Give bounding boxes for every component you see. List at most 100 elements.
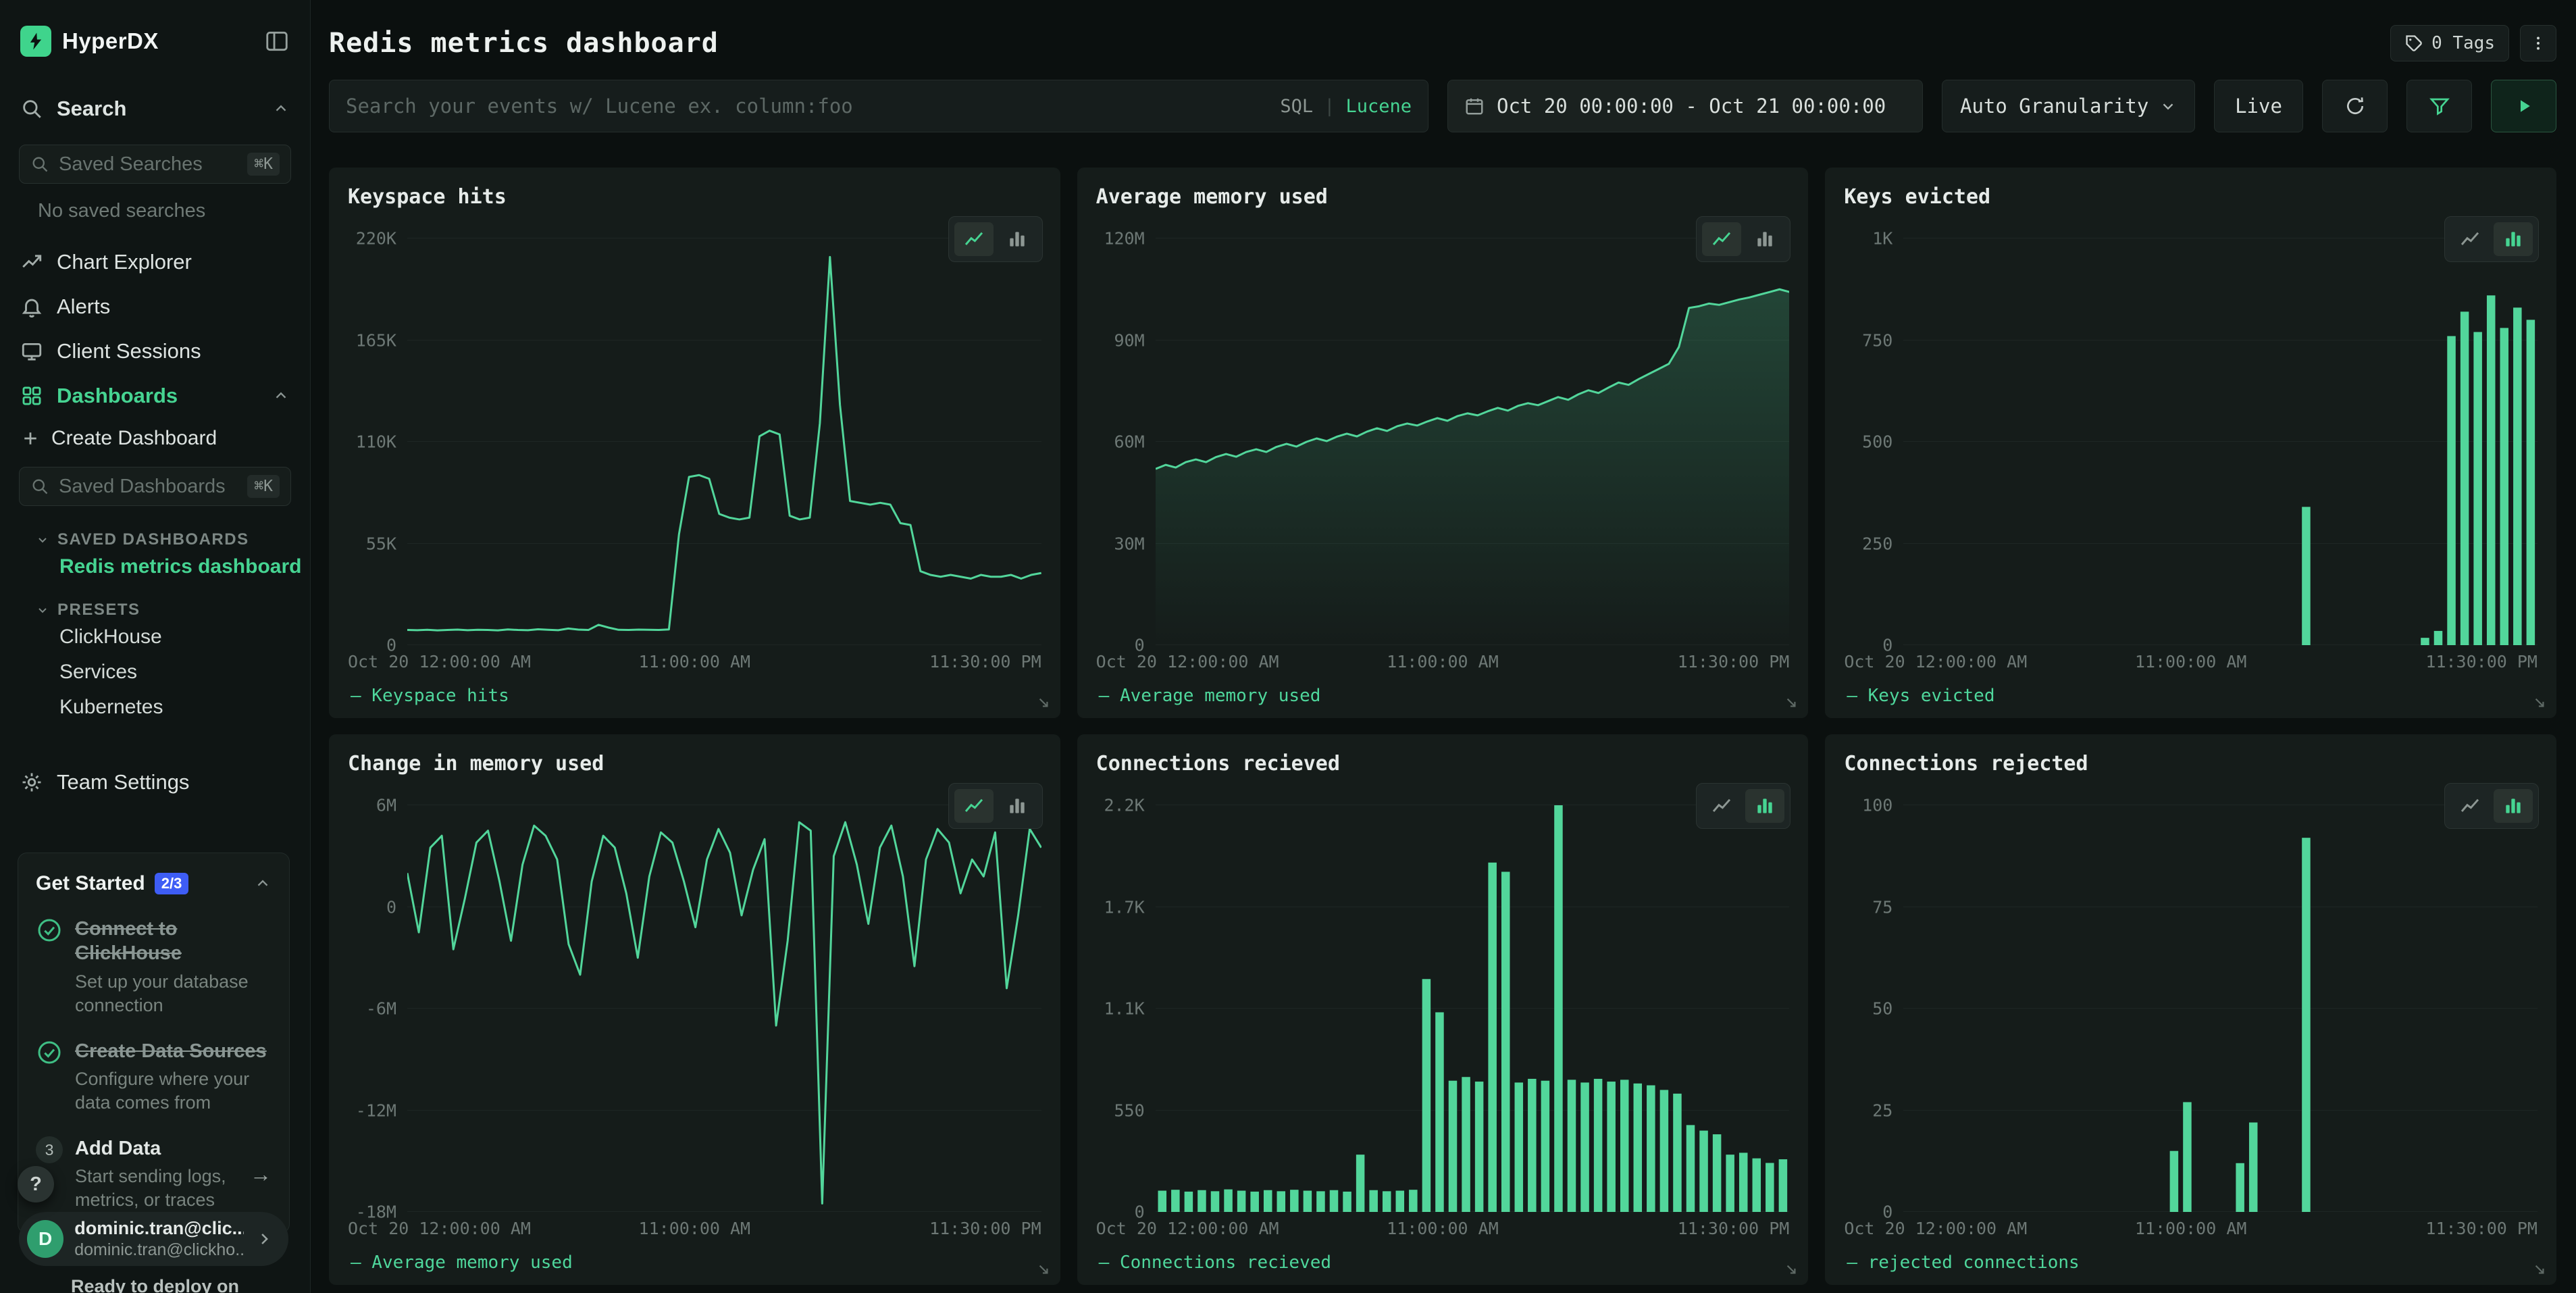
- event-search-input[interactable]: [346, 95, 1266, 118]
- sidebar-item-kubernetes[interactable]: Kubernetes: [0, 690, 310, 725]
- get-started-step-2[interactable]: Create Data Sources Configure where your…: [36, 1039, 272, 1115]
- help-button[interactable]: ?: [18, 1166, 54, 1202]
- chevron-up-icon[interactable]: [254, 875, 272, 892]
- shortcut-badge: ⌘K: [247, 153, 280, 176]
- chart-explorer-icon: [20, 251, 43, 274]
- live-button[interactable]: Live: [2214, 80, 2303, 132]
- y-axis: 02505007501K: [1844, 238, 1903, 645]
- hyperdx-logo-icon: [20, 26, 51, 57]
- create-dashboard-button[interactable]: Create Dashboard: [0, 418, 310, 459]
- bar-chart-icon[interactable]: [1745, 789, 1784, 823]
- chevron-up-icon[interactable]: [272, 100, 290, 118]
- lucene-mode-toggle[interactable]: Lucene: [1345, 96, 1412, 117]
- bar-chart-icon[interactable]: [2494, 789, 2533, 823]
- saved-searches-input-wrap[interactable]: ⌘K: [19, 145, 291, 184]
- sidebar-item-clickhouse[interactable]: ClickHouse: [0, 619, 310, 655]
- arrow-right-icon[interactable]: →: [250, 1162, 272, 1187]
- chart-legend: — Connections recieved: [1096, 1252, 1790, 1273]
- line-chart-icon[interactable]: [954, 789, 994, 823]
- date-range-picker[interactable]: Oct 20 00:00:00 - Oct 21 00:00:00: [1447, 80, 1923, 132]
- sidebar-nav: Chart Explorer Alerts Client Sessions Da…: [0, 240, 310, 418]
- line-chart-icon[interactable]: [954, 222, 994, 256]
- chart-legend: — rejected connections: [1844, 1252, 2538, 1273]
- chart-type-toggle[interactable]: [948, 216, 1043, 262]
- chart-type-toggle[interactable]: [1696, 783, 1791, 829]
- sidebar-item-chart-explorer[interactable]: Chart Explorer: [0, 240, 310, 284]
- sidebar-item-team-settings[interactable]: Team Settings: [0, 760, 310, 805]
- bar-chart-icon[interactable]: [998, 222, 1037, 256]
- plus-icon: [20, 428, 41, 449]
- chart-type-toggle[interactable]: [2444, 216, 2539, 262]
- bell-icon: [20, 295, 43, 318]
- sidebar-item-dashboards[interactable]: Dashboards: [0, 374, 310, 418]
- no-saved-searches-note: No saved searches: [0, 184, 310, 222]
- saved-dashboards-group[interactable]: SAVED DASHBOARDS: [0, 530, 310, 549]
- chart-title: Change in memory used: [348, 752, 1041, 776]
- chart-panel: Connections rejected 0255075100 Oct 20 1…: [1825, 734, 2556, 1285]
- saved-dashboards-input-wrap[interactable]: ⌘K: [19, 467, 291, 506]
- chart-type-toggle[interactable]: [2444, 783, 2539, 829]
- logo-row: HyperDX: [0, 0, 310, 57]
- chart-title: Keyspace hits: [348, 185, 1041, 209]
- resize-handle-icon[interactable]: [1782, 1261, 1800, 1278]
- presets-group[interactable]: PRESETS: [0, 601, 310, 619]
- page-title: Redis metrics dashboard: [329, 28, 719, 59]
- chart-panel: Keys evicted 02505007501K Oct 20 12:00:0…: [1825, 168, 2556, 718]
- chart-type-toggle[interactable]: [948, 783, 1043, 829]
- more-menu-button[interactable]: [2520, 25, 2556, 61]
- user-name: dominic.tran@clic...: [74, 1218, 244, 1239]
- plot-area: [1156, 805, 1790, 1212]
- saved-dashboards-input[interactable]: [59, 476, 238, 498]
- resize-handle-icon[interactable]: [1035, 1261, 1052, 1278]
- user-menu[interactable]: D dominic.tran@clic... dominic.tran@clic…: [19, 1212, 288, 1266]
- chevron-up-icon[interactable]: [272, 387, 290, 405]
- saved-searches-input[interactable]: [59, 153, 238, 176]
- get-started-step-3[interactable]: 3 Add Data Start sending logs, metrics, …: [36, 1136, 272, 1212]
- main-content: Redis metrics dashboard 0 Tags SQL | Luc…: [311, 0, 2576, 1293]
- x-axis: Oct 20 12:00:00 AM11:00:00 AM11:30:00 PM: [348, 1219, 1041, 1243]
- line-chart-icon[interactable]: [1702, 222, 1741, 256]
- chart-panel: Keyspace hits 055K110K165K220K Oct 20 12…: [329, 168, 1060, 718]
- chart-legend: — Average memory used: [348, 1252, 1041, 1273]
- filter-button[interactable]: [2406, 80, 2472, 132]
- resize-handle-icon[interactable]: [1782, 694, 1800, 711]
- chart-legend: — Average memory used: [1096, 686, 1790, 706]
- dashboards-grid-icon: [20, 384, 43, 407]
- event-search-box[interactable]: SQL | Lucene: [329, 80, 1428, 132]
- get-started-step-1[interactable]: Connect to ClickHouse Set up your databa…: [36, 917, 272, 1017]
- bar-chart-icon[interactable]: [1745, 222, 1784, 256]
- bar-chart-icon[interactable]: [998, 789, 1037, 823]
- bar-chart-icon[interactable]: [2494, 222, 2533, 256]
- sidebar-item-search[interactable]: Search: [0, 86, 310, 131]
- resize-handle-icon[interactable]: [2531, 1261, 2548, 1278]
- resize-handle-icon[interactable]: [1035, 694, 1052, 711]
- check-circle-icon: [36, 1039, 63, 1066]
- line-chart-icon[interactable]: [2450, 222, 2490, 256]
- line-chart-icon[interactable]: [1702, 789, 1741, 823]
- sql-mode-toggle[interactable]: SQL: [1280, 96, 1313, 117]
- get-started-header[interactable]: Get Started 2/3: [36, 872, 272, 895]
- get-started-card: Get Started 2/3 Connect to ClickHouse Se…: [18, 853, 290, 1234]
- refresh-button[interactable]: [2322, 80, 2388, 132]
- client-sessions-label: Client Sessions: [57, 339, 201, 363]
- granularity-select[interactable]: Auto Granularity: [1942, 80, 2195, 132]
- resize-handle-icon[interactable]: [2531, 694, 2548, 711]
- sidebar-item-client-sessions[interactable]: Client Sessions: [0, 329, 310, 374]
- sidebar-item-alerts[interactable]: Alerts: [0, 284, 310, 329]
- chevron-down-icon: [36, 603, 49, 617]
- tags-button[interactable]: 0 Tags: [2390, 25, 2509, 61]
- sidebar: HyperDX Search ⌘K No saved searches Char…: [0, 0, 311, 1293]
- chart-title: Connections rejected: [1844, 752, 2538, 776]
- chart-type-toggle[interactable]: [1696, 216, 1791, 262]
- run-query-button[interactable]: [2491, 80, 2556, 132]
- chart-panel: Change in memory used -18M-12M-6M06M Oct…: [329, 734, 1060, 1285]
- dashboard-grid: Keyspace hits 055K110K165K220K Oct 20 12…: [311, 168, 2576, 1285]
- brand-name: HyperDX: [62, 28, 159, 54]
- plot-area: [1156, 238, 1790, 645]
- sidebar-item-services[interactable]: Services: [0, 655, 310, 690]
- sidebar-collapse-icon[interactable]: [264, 28, 290, 54]
- line-chart-icon[interactable]: [2450, 789, 2490, 823]
- sidebar-item-redis-dashboard[interactable]: Redis metrics dashboard: [0, 549, 310, 584]
- y-axis: 05501.1K1.7K2.2K: [1096, 805, 1156, 1212]
- kebab-menu-icon: [2529, 34, 2547, 52]
